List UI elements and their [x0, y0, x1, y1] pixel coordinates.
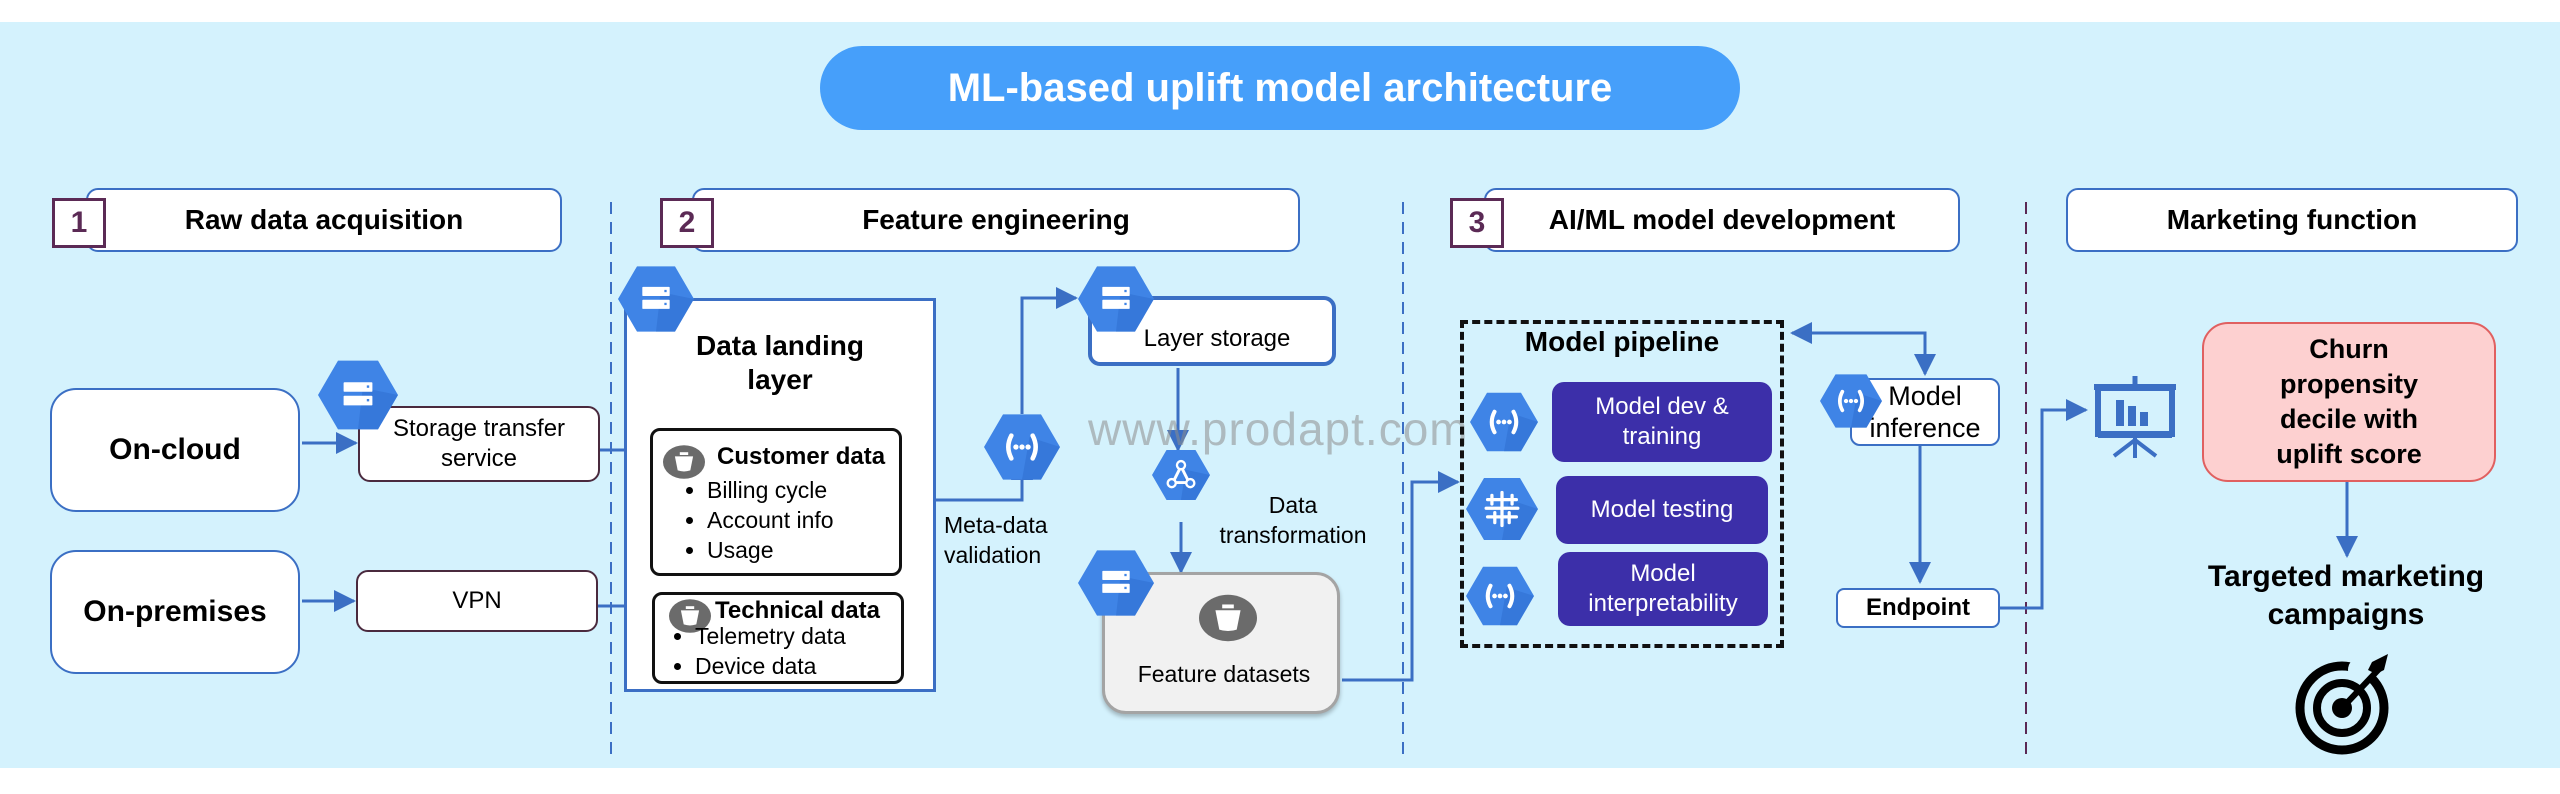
label-line2: validation [944, 542, 1042, 568]
step-label-line1: Model [1630, 560, 1696, 587]
arrow-validation-to-layer-storage [1020, 287, 1078, 414]
cloud-functions-icon [984, 414, 1060, 480]
model-pipeline-title: Model pipeline [1524, 326, 1720, 357]
basket-icon [1199, 593, 1257, 643]
churn-propensity-box[interactable]: Churn propensity decile with uplift scor… [2202, 322, 2496, 482]
presentation-chart-icon [2094, 376, 2176, 458]
technical-data-card[interactable]: Technical data Telemetry data Device dat… [652, 592, 904, 684]
card-item: Account info [707, 505, 903, 535]
source-on-cloud[interactable]: On-cloud [50, 388, 300, 512]
feature-datasets-label: Feature datasets [1137, 661, 1311, 687]
step-label: Model testing [1590, 496, 1734, 523]
service-label-line1: Storage transfer [392, 415, 566, 442]
arrow-pipeline-to-inference [1914, 331, 1936, 376]
inference-label-line1: Model [1888, 381, 1962, 411]
pipeline-step-interpretability[interactable]: Model interpretability [1558, 552, 1768, 626]
cloud-functions-icon [1820, 374, 1882, 428]
targeted-line2: campaigns [2267, 598, 2425, 631]
card-item: Usage [707, 535, 903, 565]
label-line1: Data [1268, 492, 1318, 518]
card-title: Customer data [717, 443, 886, 470]
step-label-line2: interpretability [1588, 590, 1738, 617]
cloud-functions-icon [1466, 566, 1534, 626]
source-label: On-cloud [109, 433, 241, 466]
customer-data-card[interactable]: Customer data Billing cycle Account info… [650, 428, 902, 576]
target-arrow-icon [2295, 654, 2389, 755]
source-label: On-premises [83, 595, 267, 628]
churn-line1: Churn [2309, 334, 2389, 364]
endpoint-box[interactable]: Endpoint [1836, 588, 2000, 628]
source-on-premises[interactable]: On-premises [50, 550, 300, 674]
arrow-endpoint-to-dashboard [2000, 399, 2088, 610]
targeted-line1: Targeted marketing [2207, 560, 2485, 593]
ai-brain-icon [1466, 478, 1538, 540]
watermark: www.prodapt.com [1088, 403, 1469, 455]
inference-label-line2: inference [1869, 413, 1981, 443]
churn-line4: uplift score [2276, 439, 2422, 469]
cloud-storage-icon [618, 266, 694, 332]
cloud-storage-icon [1078, 550, 1154, 616]
card-item: Device data [695, 651, 903, 681]
targeted-campaigns-label: Targeted marketing campaigns [2176, 558, 2516, 634]
step-label-line2: training [1622, 423, 1702, 450]
title-line1: Data landing [695, 330, 864, 361]
label-line1: Meta-data [944, 512, 1048, 538]
churn-line3: decile with [2279, 404, 2419, 434]
label-line2: transformation [1219, 522, 1367, 548]
pipeline-step-dev-training[interactable]: Model dev & training [1552, 382, 1772, 462]
card-items: Telemetry data Device data [651, 621, 903, 681]
cloud-storage-icon [1078, 266, 1154, 332]
basket-icon [663, 445, 705, 479]
dataflow-icon [1152, 450, 1210, 500]
step-label-line1: Model dev & [1595, 393, 1729, 420]
card-item: Billing cycle [707, 475, 903, 505]
service-label: VPN [452, 587, 502, 614]
landing-layer-title: Data landing layer [627, 329, 933, 397]
service-label-line2: service [440, 445, 518, 472]
diagram-canvas: ML-based uplift model architecture Raw d… [0, 22, 2560, 768]
cloud-storage-icon [318, 360, 398, 430]
card-items: Billing cycle Account info Usage [663, 475, 903, 565]
card-item: Telemetry data [695, 621, 903, 651]
metadata-validation-label: Meta-data validation [944, 510, 1074, 570]
vpn-box[interactable]: VPN [356, 570, 598, 632]
title-line2: layer [747, 364, 813, 395]
data-transformation-label: Data transformation [1206, 490, 1380, 550]
pipeline-step-testing[interactable]: Model testing [1556, 476, 1768, 544]
churn-line2: propensity [2279, 369, 2419, 399]
layer-storage-label: Layer storage [1143, 325, 1291, 352]
cloud-functions-icon [1470, 392, 1538, 452]
